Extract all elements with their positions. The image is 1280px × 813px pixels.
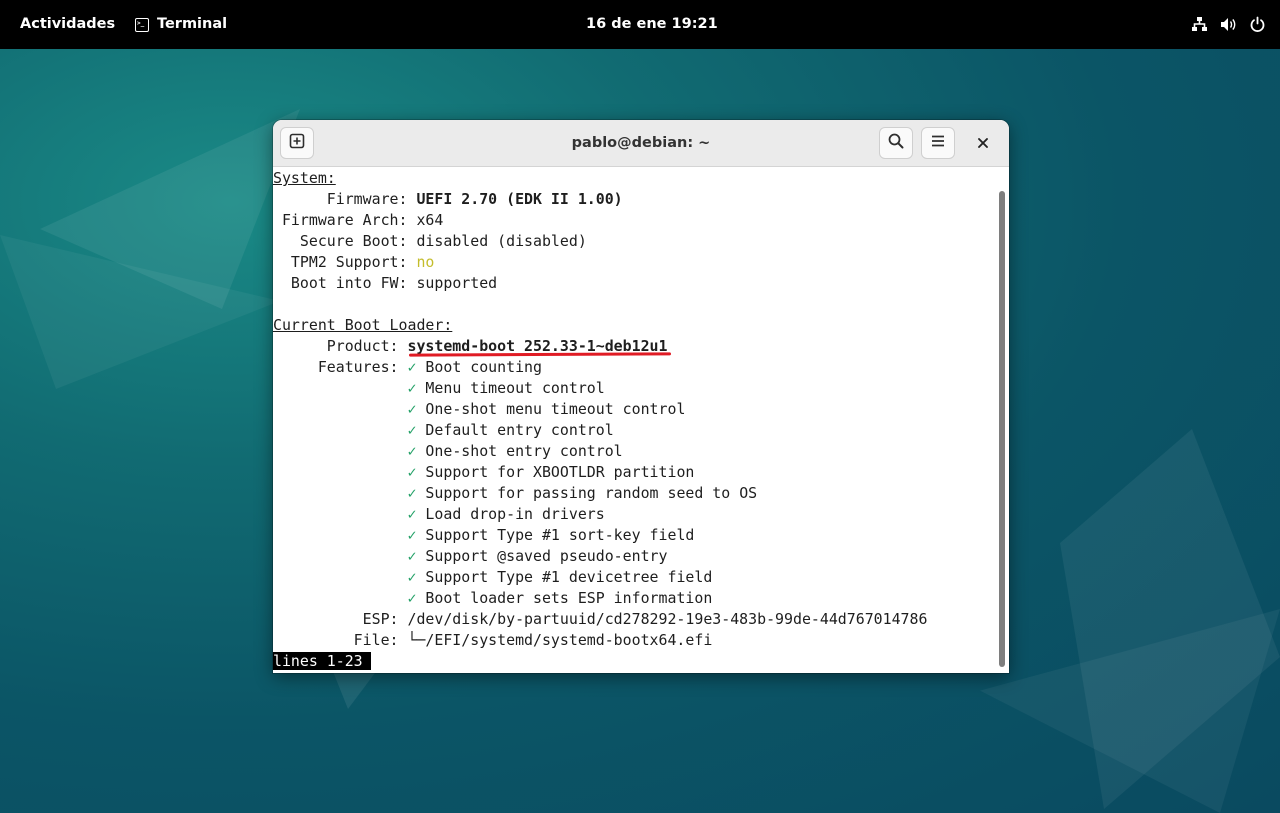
feature-line: ✓ Support for passing random seed to OS — [273, 483, 757, 504]
terminal-line: File: └─/EFI/systemd/systemd-bootx64.efi — [273, 630, 713, 651]
feature-item: Support Type #1 devicetree field — [425, 568, 713, 586]
terminal-line: Firmware Arch: x64 — [273, 210, 443, 231]
feature-item: Support Type #1 sort-key field — [425, 526, 695, 544]
header-bar: pablo@debian: ~ — [273, 120, 1009, 167]
firmware-value: UEFI 2.70 (EDK II 1.00) — [416, 190, 623, 208]
feature-line: ✓ Default entry control — [273, 420, 614, 441]
check-icon: ✓ — [407, 484, 417, 502]
feature-item: One-shot menu timeout control — [425, 400, 686, 418]
check-icon: ✓ — [407, 421, 417, 439]
boot-into-fw-value: supported — [416, 274, 498, 292]
network-icon[interactable] — [1191, 16, 1208, 33]
esp-value: /dev/disk/by-partuuid/cd278292-19e3-483b… — [407, 610, 928, 628]
file-value: └─/EFI/systemd/systemd-bootx64.efi — [407, 631, 713, 649]
secure-boot-label: Secure Boot: — [273, 232, 417, 250]
feature-line: ✓ Menu timeout control — [273, 378, 605, 399]
terminal-line: TPM2 Support: no — [273, 252, 434, 273]
search-icon — [888, 133, 904, 153]
check-icon: ✓ — [407, 442, 417, 460]
check-icon: ✓ — [407, 358, 417, 376]
new-tab-icon — [289, 133, 305, 153]
activities-button[interactable]: Actividades — [20, 0, 115, 49]
top-bar: Actividades Terminal 16 de ene 19:21 — [0, 0, 1280, 49]
hamburger-menu-icon — [930, 133, 946, 153]
check-icon: ✓ — [407, 379, 417, 397]
tpm2-support-value: no — [416, 253, 435, 271]
power-icon[interactable] — [1249, 16, 1266, 33]
esp-label: ESP: — [273, 610, 408, 628]
main-menu-button[interactable] — [921, 127, 955, 159]
feature-line: ✓ Boot loader sets ESP information — [273, 588, 712, 609]
check-icon: ✓ — [407, 526, 417, 544]
app-menu-button[interactable]: Terminal — [135, 0, 227, 49]
feature-line: ✓ Support for XBOOTLDR partition — [273, 462, 694, 483]
feature-item: Support @saved pseudo-entry — [425, 547, 668, 565]
terminal-line: lines 1-23 — [273, 651, 371, 672]
search-button[interactable] — [879, 127, 913, 159]
feature-line: ✓ One-shot entry control — [273, 441, 623, 462]
firmware-arch-value: x64 — [416, 211, 444, 229]
feature-item: Support for XBOOTLDR partition — [425, 463, 695, 481]
close-icon — [977, 134, 989, 153]
features-label: Features: — [273, 358, 408, 376]
check-icon: ✓ — [407, 400, 417, 418]
new-tab-button[interactable] — [280, 127, 314, 159]
pager-status: lines 1-23 — [273, 652, 371, 670]
feature-item: Load drop-in drivers — [425, 505, 605, 523]
firmware-label: Firmware: — [273, 190, 417, 208]
feature-line: Features: ✓ Boot counting — [273, 357, 542, 378]
feature-item: Support for passing random seed to OS — [425, 484, 758, 502]
terminal-icon — [135, 17, 149, 32]
close-button[interactable] — [970, 130, 996, 156]
firmware-arch-label: Firmware Arch: — [273, 211, 417, 229]
app-menu-label: Terminal — [157, 16, 228, 32]
terminal-line: ESP: /dev/disk/by-partuuid/cd278292-19e3… — [273, 609, 928, 630]
feature-line: ✓ Support Type #1 devicetree field — [273, 567, 712, 588]
terminal-output[interactable]: System: Firmware: UEFI 2.70 (EDK II 1.00… — [273, 167, 995, 673]
feature-line: ✓ One-shot menu timeout control — [273, 399, 685, 420]
terminal-line: Secure Boot: disabled (disabled) — [273, 231, 587, 252]
system-tray[interactable] — [1191, 0, 1266, 49]
product-label: Product: — [273, 337, 408, 355]
boot-loader-section-header: Current Boot Loader: — [273, 316, 453, 334]
feature-item: Default entry control — [425, 421, 614, 439]
feature-item: Boot counting — [425, 358, 542, 376]
check-icon: ✓ — [407, 463, 417, 481]
tpm2-support-label: TPM2 Support: — [273, 253, 417, 271]
check-icon: ✓ — [407, 589, 417, 607]
clock[interactable]: 16 de ene 19:21 — [586, 0, 718, 49]
system-section-header: System: — [273, 169, 336, 187]
check-icon: ✓ — [407, 568, 417, 586]
scrollbar-thumb[interactable] — [999, 191, 1005, 667]
file-label: File: — [273, 631, 408, 649]
feature-line: ✓ Support @saved pseudo-entry — [273, 546, 667, 567]
check-icon: ✓ — [407, 505, 417, 523]
check-icon: ✓ — [407, 547, 417, 565]
scrollbar[interactable] — [995, 167, 1009, 673]
boot-into-fw-label: Boot into FW: — [273, 274, 417, 292]
terminal-line: Firmware: UEFI 2.70 (EDK II 1.00) — [273, 189, 623, 210]
feature-item: One-shot entry control — [425, 442, 623, 460]
terminal-line: Boot into FW: supported — [273, 273, 497, 294]
feature-item: Boot loader sets ESP information — [425, 589, 713, 607]
feature-line: ✓ Load drop-in drivers — [273, 504, 605, 525]
terminal-line: Current Boot Loader: — [273, 315, 452, 336]
feature-line: ✓ Support Type #1 sort-key field — [273, 525, 694, 546]
volume-icon[interactable] — [1220, 16, 1237, 33]
secure-boot-value: disabled (disabled) — [416, 232, 587, 250]
feature-item: Menu timeout control — [425, 379, 605, 397]
terminal-window: pablo@debian: ~ System: Firmware: UEFI 2… — [273, 120, 1009, 673]
terminal-line: System: — [273, 168, 336, 189]
